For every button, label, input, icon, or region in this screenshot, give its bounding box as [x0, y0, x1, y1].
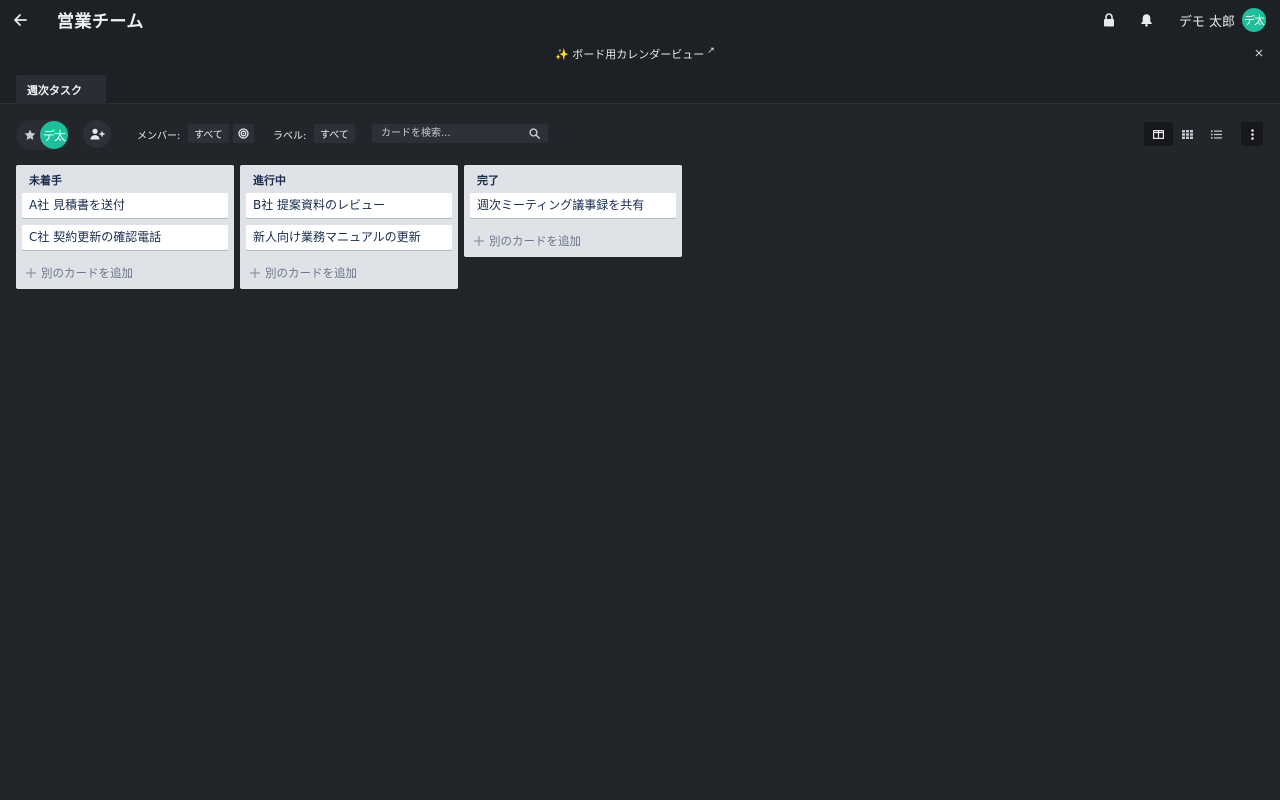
announcement-bar: ✨ ボード用カレンダービュー ↗: [0, 40, 1280, 66]
user-avatar[interactable]: デ太: [1242, 8, 1266, 32]
list-title[interactable]: 進行中: [246, 171, 452, 193]
star-icon[interactable]: [24, 129, 36, 141]
member-avatar[interactable]: デ太: [40, 121, 68, 149]
add-card-button[interactable]: 別のカードを追加: [470, 225, 676, 257]
grid-view-button[interactable]: [1173, 122, 1202, 146]
more-options-button[interactable]: [1241, 122, 1263, 146]
add-person-icon: [90, 128, 104, 140]
search-icon[interactable]: [529, 128, 540, 139]
list-view-button[interactable]: [1202, 122, 1231, 146]
target-icon: [238, 128, 249, 139]
bell-icon: [1141, 14, 1153, 27]
external-link-icon: ↗: [707, 46, 715, 56]
plus-icon: [250, 268, 260, 278]
member-filter-dropdown[interactable]: すべて: [188, 124, 229, 143]
list-in-progress: 進行中 B社 提案資料のレビュー 新人向け業務マニュアルの更新 別のカードを追加: [240, 165, 458, 289]
label-filter-label: ラベル:: [273, 131, 307, 142]
grid-view-icon: [1182, 129, 1193, 139]
add-card-button[interactable]: 別のカードを追加: [246, 257, 452, 289]
view-switcher: [1144, 122, 1231, 146]
announcement-close-button[interactable]: [1252, 46, 1266, 60]
lock-icon: [1103, 13, 1114, 27]
vertical-dots-icon: [1250, 128, 1254, 140]
add-member-button[interactable]: [83, 120, 111, 148]
team-title: 営業チーム: [57, 12, 144, 32]
user-name[interactable]: デモ 太郎: [1179, 11, 1235, 30]
top-header: 営業チーム デモ 太郎 デ太: [0, 0, 1280, 40]
board-tabs: 週次タスク: [0, 66, 1280, 104]
board-toolbar: デ太 メンバー: すべて ラベル: すべて: [0, 118, 1280, 150]
back-arrow-icon: [14, 14, 27, 26]
card-search-input[interactable]: [372, 124, 522, 143]
list-title[interactable]: 未着手: [22, 171, 228, 193]
add-card-label: 別のカードを追加: [489, 234, 581, 248]
list-title[interactable]: 完了: [470, 171, 676, 193]
card[interactable]: A社 見積書を送付: [22, 193, 228, 218]
list-done: 完了 週次ミーティング議事録を共有 別のカードを追加: [464, 165, 682, 257]
calendar-view-announcement-link[interactable]: ✨ ボード用カレンダービュー ↗: [555, 46, 715, 62]
notifications-button[interactable]: [1137, 10, 1157, 30]
card[interactable]: 新人向け業務マニュアルの更新: [246, 225, 452, 250]
add-card-button[interactable]: 別のカードを追加: [22, 257, 228, 289]
back-button[interactable]: [10, 10, 30, 30]
announcement-text: ✨ ボード用カレンダービュー: [555, 48, 705, 61]
plus-icon: [474, 236, 484, 246]
list-view-icon: [1211, 129, 1222, 139]
list-not-started: 未着手 A社 見積書を送付 C社 契約更新の確認電話 別のカードを追加: [16, 165, 234, 289]
my-cards-filter-button[interactable]: [233, 124, 254, 143]
tab-weekly-tasks[interactable]: 週次タスク: [16, 75, 106, 104]
board-view-icon: [1153, 129, 1164, 139]
starred-member-group[interactable]: デ太: [16, 120, 70, 150]
member-filter-label: メンバー:: [137, 131, 181, 142]
board-view-button[interactable]: [1144, 122, 1173, 146]
card[interactable]: 週次ミーティング議事録を共有: [470, 193, 676, 218]
header-actions: デモ 太郎 デ太: [1099, 8, 1266, 32]
plus-icon: [26, 268, 36, 278]
lock-button[interactable]: [1099, 10, 1119, 30]
add-card-label: 別のカードを追加: [41, 266, 133, 280]
add-card-label: 別のカードを追加: [265, 266, 357, 280]
label-filter-dropdown[interactable]: すべて: [314, 124, 355, 143]
card[interactable]: B社 提案資料のレビュー: [246, 193, 452, 218]
close-icon: [1255, 49, 1263, 57]
card[interactable]: C社 契約更新の確認電話: [22, 225, 228, 250]
card-search: [372, 124, 548, 143]
